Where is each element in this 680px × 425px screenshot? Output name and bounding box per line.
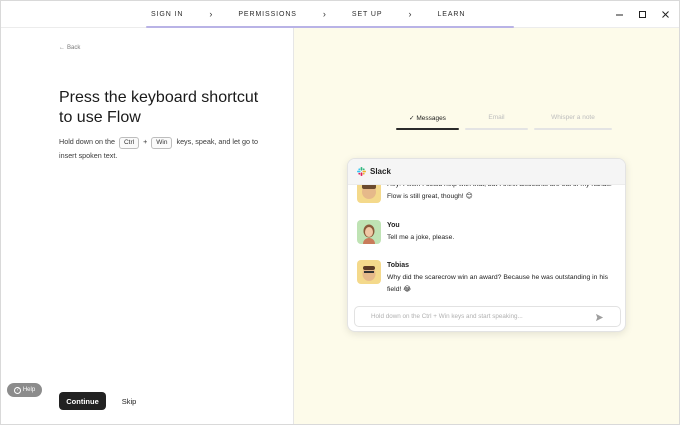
tab-messages[interactable]: ✓ Messages [396, 114, 459, 130]
instructions-panel: ← Back Press the keyboard shortcut to us… [1, 28, 294, 424]
step-permissions[interactable]: PERMISSIONS [238, 11, 297, 18]
onboarding-steps: SIGN IN › PERMISSIONS › SET UP › LEARN [151, 1, 465, 28]
slack-chat-card: Slack Hey! I wish I could help with that… [347, 158, 626, 332]
step-sign-in[interactable]: SIGN IN [151, 11, 183, 18]
message-item: You Tell me a joke, please. [357, 220, 619, 244]
message-item: Hey! I wish I could help with that, but … [357, 185, 619, 203]
chevron-right-icon: › [209, 9, 213, 19]
app-window: SIGN IN › PERMISSIONS › SET UP › LEARN ←… [0, 0, 680, 425]
chevron-right-icon: › [322, 9, 326, 19]
close-icon [662, 11, 669, 18]
top-bar: SIGN IN › PERMISSIONS › SET UP › LEARN [1, 1, 679, 28]
skip-button[interactable]: Skip [115, 392, 143, 410]
avatar [357, 185, 381, 203]
key-win: Win [151, 137, 173, 149]
send-icon[interactable] [595, 313, 604, 322]
minimize-icon [616, 14, 623, 16]
chevron-right-icon: › [408, 9, 412, 19]
desc-before: Hold down on the [59, 137, 115, 146]
message-author: You [387, 222, 400, 229]
avatar [357, 260, 381, 284]
message-content: You Tell me a joke, please. [387, 220, 454, 244]
demo-tabs: ✓ Messages Email Whisper a note [396, 114, 612, 130]
tab-whisper-label: Whisper a note [551, 114, 595, 121]
composer-input[interactable] [371, 313, 591, 320]
tab-indicator [534, 128, 612, 130]
back-link[interactable]: ← Back [59, 45, 80, 51]
message-text: Why did the scarecrow win an award? Beca… [387, 274, 609, 293]
tab-email-label: Email [488, 114, 505, 121]
back-label: Back [67, 45, 81, 51]
page-title: Press the keyboard shortcut to use Flow [59, 89, 259, 126]
arrow-left-icon: ← [59, 45, 65, 51]
message-author: Tobias [387, 262, 410, 269]
message-item: Tobias Why did the scarecrow win an awar… [357, 260, 619, 296]
slack-logo-icon [357, 167, 366, 176]
message-text: Tell me a joke, please. [387, 234, 455, 241]
step-learn[interactable]: LEARN [437, 11, 465, 18]
continue-button[interactable]: Continue [59, 392, 106, 410]
minimize-button[interactable] [608, 5, 631, 25]
key-ctrl: Ctrl [118, 137, 140, 149]
tab-whisper-note[interactable]: Whisper a note [534, 114, 612, 130]
help-icon: ? [13, 386, 21, 394]
demo-panel: ✓ Messages Email Whisper a note Slack Fl… [294, 28, 679, 424]
tab-indicator [465, 128, 528, 130]
card-header: Slack [348, 159, 625, 185]
window-controls [608, 1, 677, 28]
message-composer[interactable] [354, 306, 621, 327]
step-set-up[interactable]: SET UP [352, 11, 383, 18]
message-text: Hey! I wish I could help with that, but … [387, 185, 612, 200]
help-label: Help [22, 387, 36, 393]
avatar [357, 220, 381, 244]
tab-indicator [396, 128, 459, 130]
maximize-button[interactable] [631, 5, 654, 25]
plus-sign: + [143, 137, 148, 146]
tab-email[interactable]: Email [465, 114, 528, 130]
help-button[interactable]: ? Help [7, 383, 42, 397]
instruction-text: Hold down on the Ctrl + Win keys, speak,… [59, 135, 259, 163]
message-list: Hey! I wish I could help with that, but … [348, 185, 625, 301]
maximize-icon [639, 11, 646, 18]
message-content: Tobias Why did the scarecrow win an awar… [387, 260, 619, 296]
tab-messages-label: Messages [416, 115, 446, 122]
card-title: Slack [370, 167, 391, 176]
close-button[interactable] [654, 5, 677, 25]
